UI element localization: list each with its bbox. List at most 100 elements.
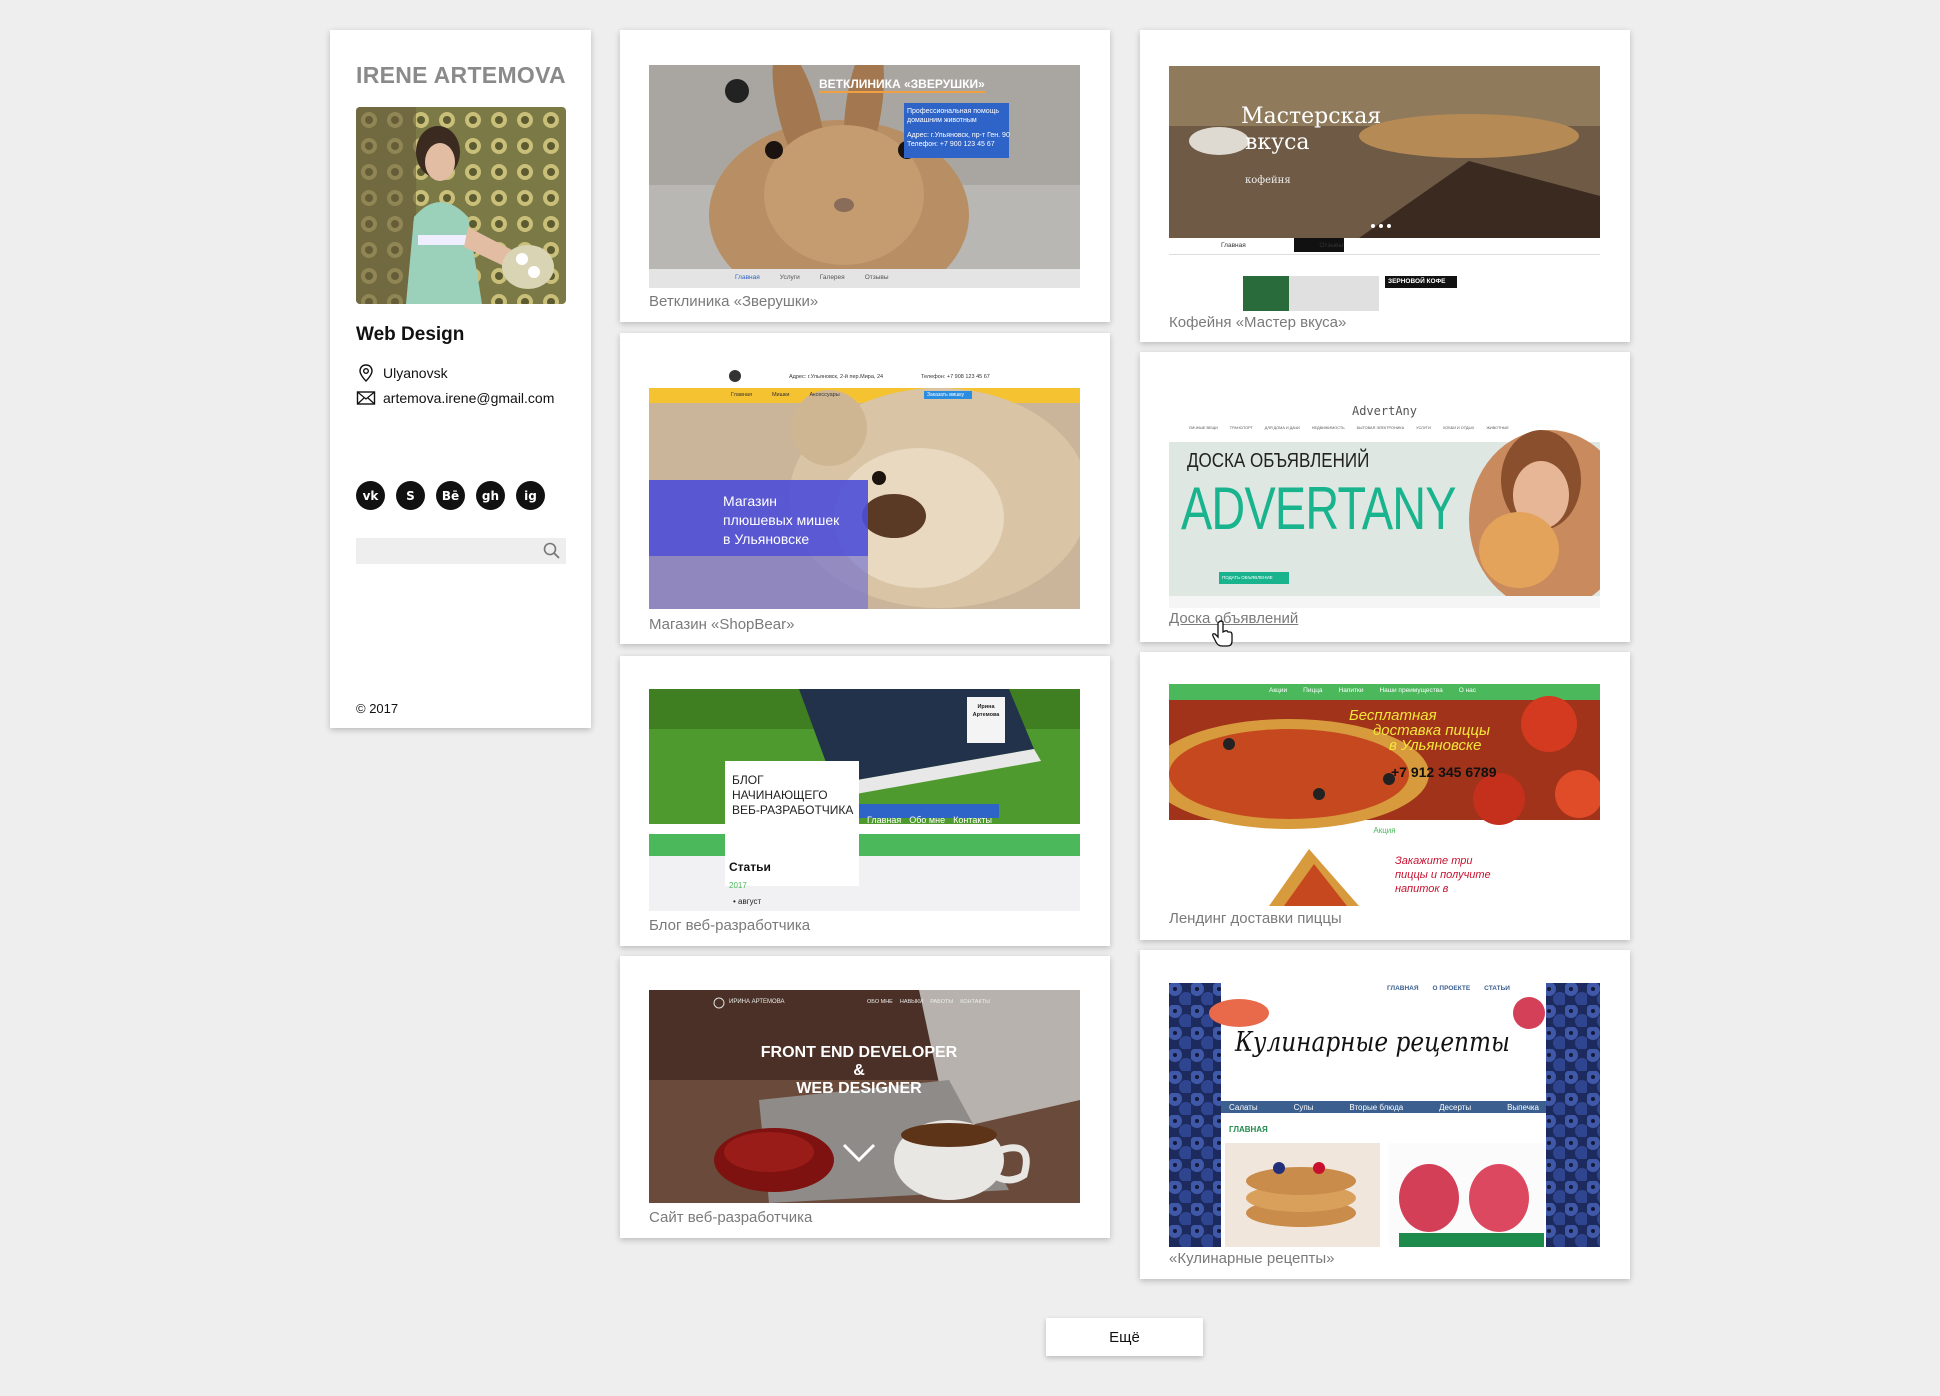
pizza-promo-3: напиток в (1395, 883, 1449, 895)
coffee-subtitle: кофейня (1245, 175, 1291, 186)
pizza-section: Акция (1373, 826, 1396, 835)
coffee-nav-item: Меню (1273, 242, 1292, 249)
project-caption-vet[interactable]: Ветклиника «Зверушки» (649, 293, 818, 310)
email-row[interactable]: artemova.irene@gmail.com (356, 388, 554, 408)
instagram-icon[interactable]: ig (516, 481, 545, 510)
load-more-button[interactable]: Ещё (1046, 1318, 1203, 1356)
github-icon[interactable]: gh (476, 481, 505, 510)
copyright: © 2017 (356, 701, 399, 716)
vk-icon[interactable]: vk (356, 481, 385, 510)
project-thumb-coffee[interactable]: Мастерская вкуса кофейня Главная Меню От… (1169, 66, 1600, 311)
blog-headline-3: ВЕБ-РАЗРАБОТЧИКА (732, 803, 854, 817)
advert-cta: ПОДАТЬ ОБЪЯВЛЕНИЕ (1222, 575, 1273, 580)
blog-sticker-1: Ирина (977, 704, 995, 710)
shopbear-headline-3: в Ульяновске (723, 531, 810, 547)
coffee-nav: Главная Меню Отзывы (1221, 242, 1343, 249)
blog-year: 2017 (729, 881, 747, 890)
pizza-headline-3: в Ульяновске (1389, 737, 1482, 754)
blog-sticker-2: Артемова (972, 712, 1000, 718)
project-card-pizza[interactable]: Акции Пицца Напитки Наши преимущества О … (1140, 652, 1630, 940)
advert-category: УСЛУГИ (1416, 426, 1431, 430)
project-caption-blog[interactable]: Блог веб-разработчика (649, 917, 810, 934)
dev-headline: FRONT END DEVELOPER & WEB DESIGNER (649, 1044, 1069, 1098)
coffee-nav-item: Отзывы (1319, 242, 1344, 249)
blog-sticker: Ирина Артемова (971, 703, 1001, 719)
advert-headline-2: ADVERTANY (1181, 475, 1456, 542)
advert-category: ДЛЯ ДОМА И ДАЧИ (1264, 426, 1300, 430)
coffee-nav-item: Главная (1221, 242, 1246, 249)
project-caption-coffee[interactable]: Кофейня «Мастер вкуса» (1169, 314, 1346, 331)
project-card-coffee[interactable]: Мастерская вкуса кофейня Главная Меню От… (1140, 30, 1630, 342)
project-thumb-recipes[interactable]: ГЛАВНАЯ О ПРОЕКТЕ СТАТЬИ Кулинарные реце… (1169, 983, 1600, 1247)
location-text: Ulyanovsk (383, 365, 448, 381)
pizza-promo-2: пиццы и получите (1395, 869, 1491, 881)
hand-pointer-icon (1212, 620, 1233, 647)
project-card-shopbear[interactable]: Адрес: г.Ульяновск, 2-й пер.Мира, 24 Тел… (620, 333, 1110, 644)
vet-tagline: Профессиональная помощь домашним животны… (907, 107, 1010, 149)
dev-headline-3: WEB DESIGNER (796, 1080, 922, 1097)
dev-nav: ОБО МНЕ НАВЫКИ РАБОТЫ КОНТАКТЫ (867, 999, 990, 1005)
recipes-nav-item: Десерты (1439, 1103, 1472, 1112)
recipes-top-nav-item: О ПРОЕКТЕ (1432, 985, 1471, 992)
project-caption-pizza[interactable]: Лендинг доставки пиццы (1169, 910, 1342, 927)
shopbear-headline-2: плюшевых мишек (723, 512, 840, 528)
blog-month: • август (733, 897, 762, 906)
vet-phone: Телефон: +7 900 123 45 67 (907, 141, 995, 148)
project-card-dev[interactable]: ИРИНА АРТЕМОВА ОБО МНЕ НАВЫКИ РАБОТЫ КОН… (620, 956, 1110, 1238)
coffee-title-1: Мастерская (1241, 104, 1382, 129)
pizza-nav-item: Наши преимущества (1379, 687, 1443, 694)
project-thumb-shopbear[interactable]: Адрес: г.Ульяновск, 2-й пер.Мира, 24 Тел… (649, 368, 1080, 609)
vet-address: Адрес: г.Ульяновск, пр-т Ген. 90 (907, 132, 1010, 139)
advert-category: БЫТОВАЯ ЭЛЕКТРОНИКА (1356, 426, 1405, 430)
profile-name: IRENE ARTEMOVA (356, 62, 566, 88)
coffee-title-2: вкуса (1245, 130, 1310, 155)
pizza-nav-item: Пицца (1303, 687, 1323, 694)
project-caption-shopbear[interactable]: Магазин «ShopBear» (649, 616, 794, 633)
advert-logo: AdvertAny (1351, 404, 1418, 418)
search-icon[interactable] (542, 541, 562, 561)
vet-tagline-2: домашним животным (907, 117, 977, 124)
project-thumb-pizza[interactable]: Акции Пицца Напитки Наши преимущества О … (1169, 684, 1600, 906)
pizza-nav-item: Напитки (1338, 687, 1364, 694)
coffee-title: Мастерская вкуса (1241, 104, 1381, 156)
pizza-headline-2: доставка пиццы (1373, 722, 1491, 739)
project-card-vet[interactable]: ВЕТКЛИНИКА «ЗВЕРУШКИ» Профессиональная п… (620, 30, 1110, 322)
shopbear-nav-item: Аксессуары (809, 392, 840, 398)
dev-nav-item: ОБО МНЕ (867, 999, 893, 1005)
skype-icon[interactable]: S (396, 481, 425, 510)
location-pin-icon (359, 364, 373, 382)
blog-nav-item: Главная (867, 815, 902, 825)
shopbear-nav-item: Главная (731, 392, 752, 398)
project-caption-dev[interactable]: Сайт веб-разработчика (649, 1209, 812, 1226)
blog-headline: БЛОГ НАЧИНАЮЩЕГО ВЕБ-РАЗРАБОТЧИКА (732, 773, 853, 818)
project-card-blog[interactable]: Ирина Артемова БЛОГ НАЧИНАЮЩЕГО ВЕБ-РАЗР… (620, 656, 1110, 946)
recipes-nav-item: Супы (1293, 1103, 1314, 1112)
project-thumb-advert[interactable]: AdvertAny ЛИЧНЫЕ ВЕЩИ ТРАНСПОРТ ДЛЯ ДОМА… (1169, 400, 1600, 608)
project-thumb-vet[interactable]: ВЕТКЛИНИКА «ЗВЕРУШКИ» Профессиональная п… (649, 65, 1080, 288)
envelope-icon (356, 391, 376, 405)
recipes-nav-item: Салаты (1229, 1103, 1258, 1112)
recipes-top-nav-item: СТАТЬИ (1484, 985, 1510, 992)
blog-section: Статьи (729, 860, 771, 874)
advert-category: ЖИВОТНЫЕ (1486, 426, 1509, 430)
project-caption-recipes[interactable]: «Кулинарные рецепты» (1169, 1250, 1335, 1267)
behance-icon[interactable]: Bē (436, 481, 465, 510)
dev-nav-item: НАВЫКИ (899, 999, 924, 1005)
project-thumb-blog[interactable]: Ирина Артемова БЛОГ НАЧИНАЮЩЕГО ВЕБ-РАЗР… (649, 689, 1080, 911)
recipes-top-nav: ГЛАВНАЯ О ПРОЕКТЕ СТАТЬИ (1387, 985, 1510, 992)
search-input[interactable] (356, 538, 536, 564)
vet-tagline-1: Профессиональная помощь (907, 108, 1000, 115)
blog-nav: Главная Обо мне Контакты (867, 815, 992, 825)
project-card-advert[interactable]: AdvertAny ЛИЧНЫЕ ВЕЩИ ТРАНСПОРТ ДЛЯ ДОМА… (1140, 352, 1630, 642)
project-card-recipes[interactable]: ГЛАВНАЯ О ПРОЕКТЕ СТАТЬИ Кулинарные реце… (1140, 950, 1630, 1279)
email-link[interactable]: artemova.irene@gmail.com (383, 390, 554, 406)
blog-nav-item: Контакты (953, 815, 992, 825)
vet-nav-item: Главная (735, 274, 760, 281)
advert-category: ЛИЧНЫЕ ВЕЩИ (1189, 426, 1218, 430)
pizza-nav-item: О нас (1458, 687, 1477, 694)
project-thumb-dev[interactable]: ИРИНА АРТЕМОВА ОБО МНЕ НАВЫКИ РАБОТЫ КОН… (649, 990, 1080, 1203)
shopbear-cta: Заказать мишку (927, 392, 965, 398)
blog-headline-1: БЛОГ (732, 773, 764, 787)
advert-categories: ЛИЧНЫЕ ВЕЩИ ТРАНСПОРТ ДЛЯ ДОМА И ДАЧИ НЕ… (1189, 426, 1509, 430)
shopbear-nav: Главная Мишки Аксессуары (731, 392, 840, 398)
